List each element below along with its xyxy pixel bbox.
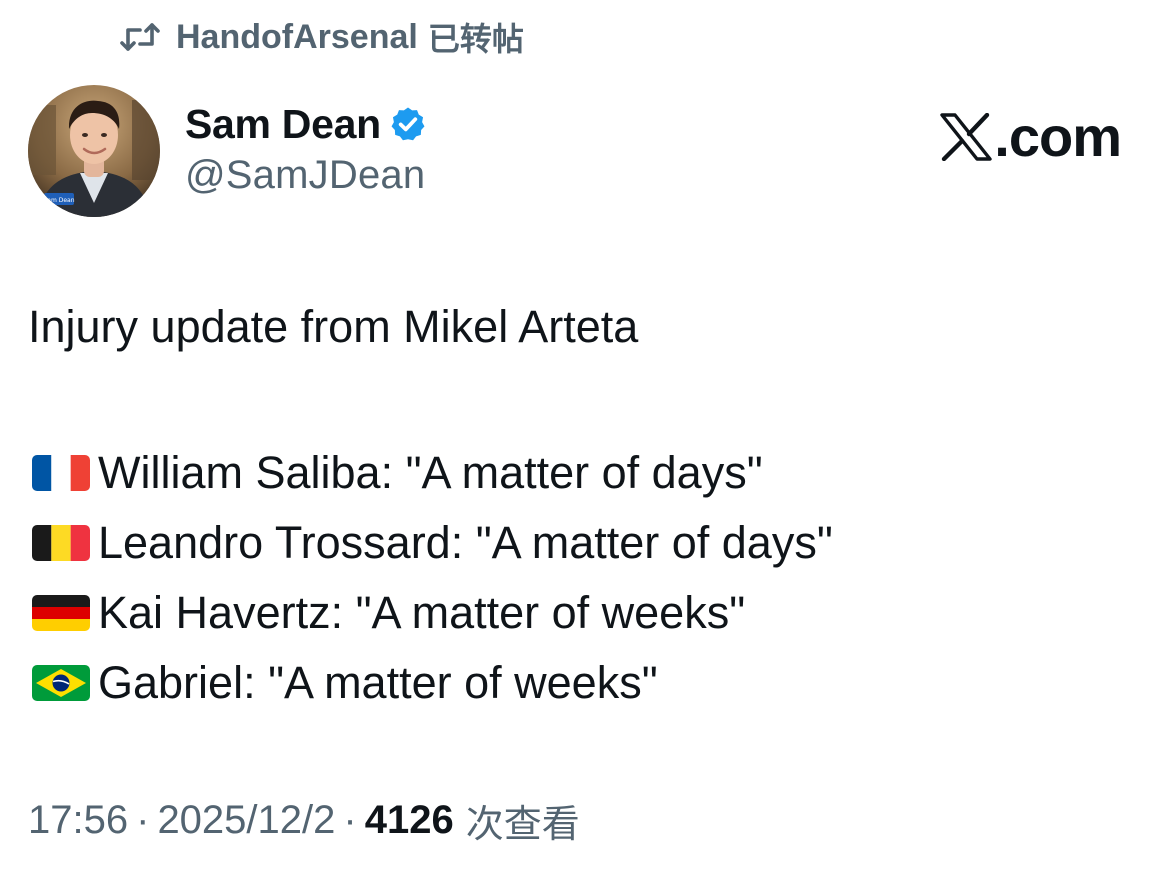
meta-separator: · bbox=[136, 797, 150, 842]
player-text: Gabriel: "A matter of weeks" bbox=[98, 657, 658, 708]
avatar[interactable]: Sam Dean bbox=[28, 85, 160, 217]
tweet-meta: 17:56 · 2025/12/2 · 4126 次查看 bbox=[28, 790, 580, 850]
player-text: Kai Havertz: "A matter of weeks" bbox=[98, 587, 746, 638]
author-name[interactable]: Sam Dean bbox=[185, 101, 381, 148]
author-handle[interactable]: @SamJDean bbox=[185, 153, 425, 198]
view-count: 4126 bbox=[364, 797, 454, 842]
belgium-flag-icon bbox=[32, 525, 90, 561]
tweet-date[interactable]: 2025/12/2 bbox=[157, 798, 335, 843]
player-line-saliba: William Saliba: "A matter of days" bbox=[28, 438, 1138, 508]
x-domain-suffix: .com bbox=[994, 105, 1122, 168]
brazil-flag-icon bbox=[32, 665, 90, 701]
author-name-row[interactable]: Sam Dean bbox=[185, 98, 427, 150]
repost-icon bbox=[120, 22, 160, 52]
tweet-heading: Injury update from Mikel Arteta bbox=[28, 301, 639, 352]
repost-header[interactable]: HandofArsenal 已转帖 bbox=[120, 14, 524, 60]
meta-separator: · bbox=[343, 797, 357, 842]
x-com-brand[interactable]: .com bbox=[940, 104, 1122, 169]
tweet-time[interactable]: 17:56 bbox=[28, 798, 128, 843]
france-flag-icon bbox=[32, 455, 90, 491]
verified-badge-icon[interactable] bbox=[389, 105, 427, 143]
repost-label: 已转帖 bbox=[427, 20, 524, 58]
tweet-text: Injury update from Mikel Arteta William … bbox=[28, 298, 1138, 718]
germany-flag-icon bbox=[32, 595, 90, 631]
player-line-havertz: Kai Havertz: "A matter of weeks" bbox=[28, 578, 1138, 648]
x-logo-icon bbox=[940, 112, 994, 161]
player-line-gabriel: Gabriel: "A matter of weeks" bbox=[28, 648, 1138, 718]
player-line-trossard: Leandro Trossard: "A matter of days" bbox=[28, 508, 1138, 578]
avatar-badge-text: Sam Dean bbox=[43, 197, 74, 204]
repost-user[interactable]: HandofArsenal bbox=[176, 18, 418, 57]
player-text: William Saliba: "A matter of days" bbox=[98, 447, 763, 498]
player-text: Leandro Trossard: "A matter of days" bbox=[98, 517, 833, 568]
views-label: 次查看 bbox=[465, 801, 580, 846]
